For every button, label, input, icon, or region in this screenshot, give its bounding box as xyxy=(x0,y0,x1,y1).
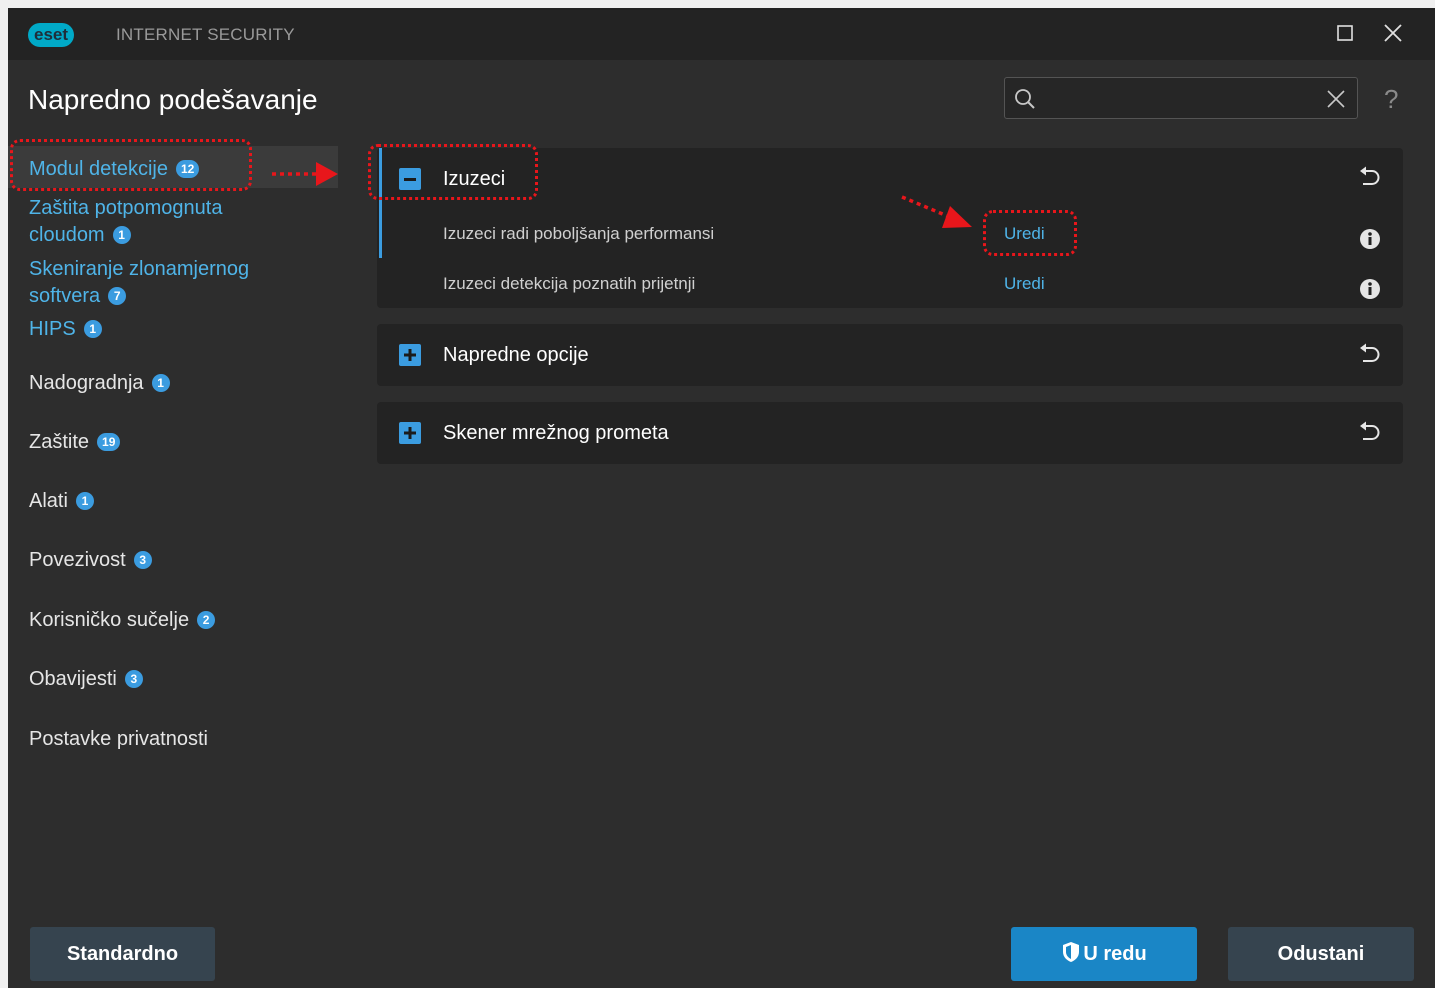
info-icon[interactable] xyxy=(1359,278,1381,305)
sidebar-item-label: Zaštite xyxy=(29,431,90,453)
count-badge: 3 xyxy=(133,551,152,569)
annotation-highlight-uredi xyxy=(983,210,1077,256)
sidebar-item-povezivost[interactable]: Povezivost 3 xyxy=(29,547,152,574)
section-title[interactable]: Skener mrežnog prometa xyxy=(443,422,669,445)
ok-button[interactable]: U redu xyxy=(1011,927,1197,981)
sidebar-item-label-line2: cloudom xyxy=(29,224,105,246)
sidebar-item-zastita-potpomognuta-cloudom[interactable]: Zaštita potpomognuta cloudom 1 xyxy=(29,195,222,249)
sidebar-item-label: Zaštita potpomognuta xyxy=(29,197,223,219)
expand-icon[interactable] xyxy=(399,344,421,366)
reset-icon[interactable] xyxy=(1357,420,1383,451)
help-icon[interactable]: ? xyxy=(1384,84,1398,115)
sidebar-item-label: Alati xyxy=(29,490,68,512)
sidebar-item-label: Obavijesti xyxy=(29,668,117,690)
sidebar-item-skeniranje-zlonamjernog-softvera[interactable]: Skeniranje zlonamjernog softvera 7 xyxy=(29,256,249,310)
sidebar-item-korisnicko-sucelje[interactable]: Korisničko sučelje 2 xyxy=(29,607,216,634)
maximize-icon[interactable] xyxy=(1333,21,1357,45)
row-label: Izuzeci detekcija poznatih prijetnji xyxy=(443,274,696,293)
count-badge: 7 xyxy=(108,287,127,305)
edit-link-detection-exclusions[interactable]: Uredi xyxy=(1004,274,1045,294)
count-badge: 19 xyxy=(97,433,121,451)
sidebar-item-label: Korisničko sučelje xyxy=(29,609,190,631)
close-icon[interactable] xyxy=(1381,21,1405,45)
sidebar-item-label: HIPS xyxy=(29,318,76,340)
sidebar-item-postavke-privatnosti[interactable]: Postavke privatnosti xyxy=(29,726,208,753)
annotation-highlight-modul-detekcije xyxy=(10,139,252,191)
sidebar-item-label: Postavke privatnosti xyxy=(29,728,208,750)
search-input[interactable] xyxy=(1004,77,1358,119)
count-badge: 1 xyxy=(151,374,170,392)
count-badge: 1 xyxy=(112,226,131,244)
sidebar-item-label-line2: softvera xyxy=(29,285,101,307)
cancel-button-label: Odustani xyxy=(1277,943,1365,965)
page-title: Napredno podešavanje xyxy=(28,84,318,115)
row-label: Izuzeci radi poboljšanja performansi xyxy=(443,224,715,243)
title-bar: eset INTERNET SECURITY xyxy=(8,8,1435,60)
cancel-button[interactable]: Odustani xyxy=(1228,927,1414,981)
sidebar-item-alati[interactable]: Alati 1 xyxy=(29,488,94,515)
expand-icon[interactable] xyxy=(399,422,421,444)
ok-button-label: U redu xyxy=(1083,943,1147,965)
section-napredne-opcije[interactable]: Napredne opcije xyxy=(377,324,1403,386)
annotation-arrow-diagonal xyxy=(901,195,972,228)
default-button-label: Standardno xyxy=(66,943,179,965)
count-badge: 1 xyxy=(83,320,102,338)
shield-icon xyxy=(1063,942,1080,962)
clear-search-icon[interactable] xyxy=(1325,88,1347,115)
sidebar-item-hips[interactable]: HIPS 1 xyxy=(29,316,102,343)
sidebar-item-zastite[interactable]: Zaštite 19 xyxy=(29,429,121,456)
search-icon xyxy=(1013,87,1037,116)
count-badge: 2 xyxy=(197,611,216,629)
sidebar-item-label: Nadogradnja xyxy=(29,372,144,394)
reset-icon[interactable] xyxy=(1357,342,1383,373)
sidebar-item-nadogradnja[interactable]: Nadogradnja 1 xyxy=(29,370,170,397)
product-name: INTERNET SECURITY xyxy=(116,25,295,44)
sidebar-item-label: Skeniranje zlonamjernog xyxy=(29,258,250,280)
reset-icon[interactable] xyxy=(1357,165,1383,196)
info-icon[interactable] xyxy=(1359,228,1381,255)
count-badge: 1 xyxy=(75,492,94,510)
eset-logo: eset xyxy=(28,23,75,47)
sidebar-item-label: Povezivost xyxy=(29,549,126,571)
annotation-arrow-right xyxy=(272,162,338,186)
section-skener-mreznog-prometa[interactable]: Skener mrežnog prometa xyxy=(377,402,1403,464)
default-button[interactable]: Standardno xyxy=(30,927,215,981)
app-window: eset INTERNET SECURITY Napredno podešava… xyxy=(8,8,1435,988)
count-badge: 3 xyxy=(124,670,143,688)
annotation-highlight-izuzeci xyxy=(368,144,538,200)
sidebar-item-obavijesti[interactable]: Obavijesti 3 xyxy=(29,666,143,693)
section-title[interactable]: Napredne opcije xyxy=(443,344,589,367)
